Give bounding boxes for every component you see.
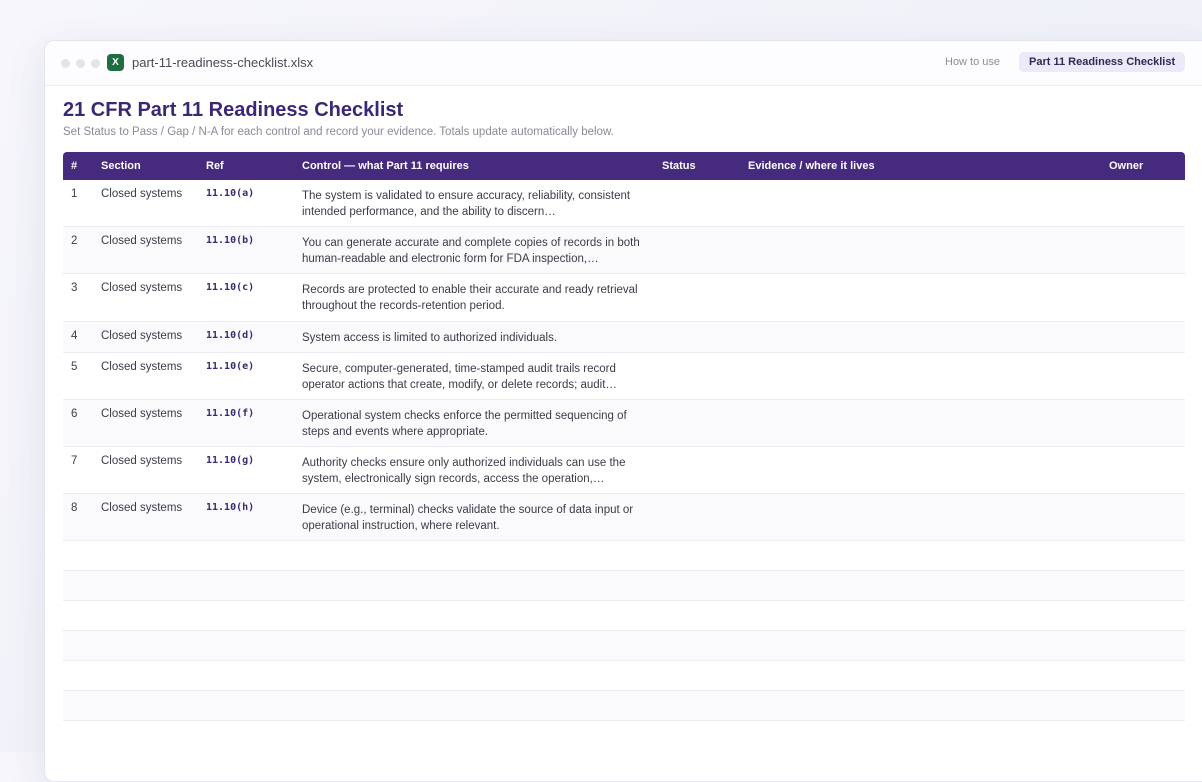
header-status: Status (662, 160, 696, 172)
table-row[interactable]: 2 Closed systems 11.10(b) You can genera… (63, 227, 1185, 274)
empty-row[interactable] (63, 541, 1185, 571)
empty-row[interactable] (63, 661, 1185, 691)
row-num: 3 (71, 282, 78, 294)
file-name: part-11-readiness-checklist.xlsx (132, 55, 314, 70)
page-subtitle: Set Status to Pass / Gap / N-A for each … (63, 126, 614, 138)
row-control: Records are protected to enable their ac… (302, 284, 638, 312)
row-section: Closed systems (101, 502, 183, 514)
checklist-table: # Section Ref Control — what Part 11 req… (63, 152, 1185, 721)
row-ref: 11.10(a) (206, 188, 255, 199)
page-title: 21 CFR Part 11 Readiness Checklist (63, 99, 404, 121)
header-num: # (71, 160, 78, 172)
tab-how-to-use[interactable]: How to use (945, 56, 1000, 68)
row-control: Secure, computer-generated, time-stamped… (302, 363, 617, 391)
empty-row[interactable] (63, 601, 1185, 631)
header-evidence: Evidence / where it lives (748, 160, 875, 172)
window-dot-icon[interactable] (76, 59, 85, 68)
row-section: Closed systems (101, 330, 183, 342)
row-ref: 11.10(d) (206, 330, 255, 341)
row-ref: 11.10(b) (206, 235, 255, 246)
table-row[interactable]: 8 Closed systems 11.10(h) Device (e.g., … (63, 494, 1185, 541)
row-ref: 11.10(h) (206, 502, 255, 513)
table-row[interactable]: 1 Closed systems 11.10(a) The system is … (63, 180, 1185, 227)
row-num: 8 (71, 502, 78, 514)
header-ref: Ref (206, 160, 224, 172)
table-row[interactable]: 6 Closed systems 11.10(f) Operational sy… (63, 400, 1185, 447)
row-section: Closed systems (101, 455, 183, 467)
row-control: System access is limited to authorized i… (302, 332, 558, 344)
row-ref: 11.10(g) (206, 455, 255, 466)
table-row[interactable]: 7 Closed systems 11.10(g) Authority chec… (63, 447, 1185, 494)
row-control: Authority checks ensure only authorized … (302, 457, 626, 485)
excel-file-icon: X (107, 54, 124, 71)
header-control: Control — what Part 11 requires (302, 160, 469, 172)
window-controls (61, 59, 100, 68)
row-section: Closed systems (101, 408, 183, 420)
row-num: 6 (71, 408, 78, 420)
row-num: 1 (71, 188, 78, 200)
row-control: The system is validated to ensure accura… (302, 190, 631, 218)
row-num: 4 (71, 330, 78, 342)
window-dot-icon[interactable] (61, 59, 70, 68)
row-section: Closed systems (101, 235, 183, 247)
row-ref: 11.10(e) (206, 361, 255, 372)
row-num: 2 (71, 235, 78, 247)
row-control: You can generate accurate and complete c… (302, 237, 640, 265)
header-section: Section (101, 160, 141, 172)
row-section: Closed systems (101, 188, 183, 200)
empty-row[interactable] (63, 631, 1185, 661)
table-header: # Section Ref Control — what Part 11 req… (63, 152, 1185, 180)
table-row[interactable]: 5 Closed systems 11.10(e) Secure, comput… (63, 353, 1185, 400)
row-ref: 11.10(c) (206, 282, 255, 293)
empty-row[interactable] (63, 571, 1185, 601)
row-ref: 11.10(f) (206, 408, 255, 419)
row-num: 7 (71, 455, 78, 467)
window-dot-icon[interactable] (91, 59, 100, 68)
table-row[interactable]: 3 Closed systems 11.10(c) Records are pr… (63, 274, 1185, 322)
empty-row[interactable] (63, 691, 1185, 721)
row-num: 5 (71, 361, 78, 373)
row-section: Closed systems (101, 282, 183, 294)
spreadsheet-window: X part-11-readiness-checklist.xlsx How t… (44, 40, 1202, 782)
title-bar: X part-11-readiness-checklist.xlsx How t… (45, 41, 1202, 86)
tab-readiness-checklist[interactable]: Part 11 Readiness Checklist (1019, 52, 1186, 72)
header-owner: Owner (1109, 160, 1144, 172)
row-control: Operational system checks enforce the pe… (302, 410, 627, 438)
table-row[interactable]: 4 Closed systems 11.10(d) System access … (63, 322, 1185, 353)
row-section: Closed systems (101, 361, 183, 373)
row-control: Device (e.g., terminal) checks validate … (302, 504, 634, 532)
